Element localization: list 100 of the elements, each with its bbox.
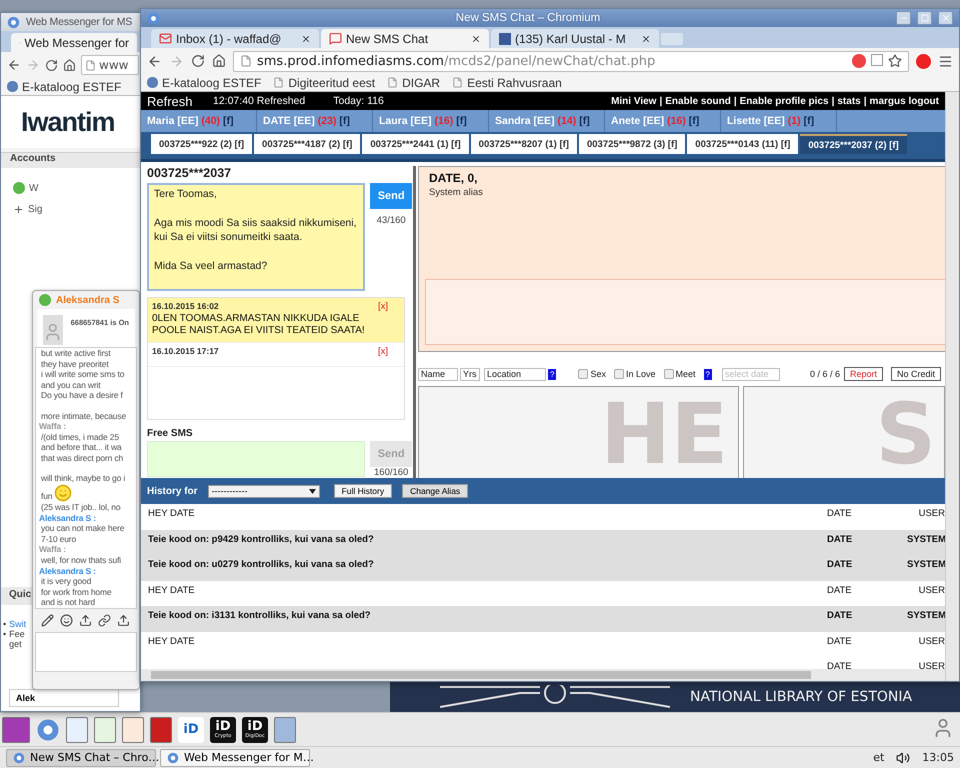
address-field[interactable]: www [81, 55, 139, 75]
message-input[interactable]: Tere Toomas, Aga mis moodi Sa siis saaksid nikkumiseni, kui Sa ei viitsi sonumeitki saata. Mida Sa veel armastad? [147, 182, 366, 291]
browser-tab[interactable]: Inbox (1) - waffad@ [151, 29, 319, 48]
report-button[interactable]: Report [844, 367, 883, 381]
presentation-icon[interactable] [122, 716, 144, 743]
upload-icon[interactable] [117, 614, 130, 627]
browser-icon [13, 752, 25, 764]
home-icon[interactable] [63, 58, 76, 72]
translate-icon[interactable] [871, 54, 883, 66]
help-button[interactable]: ? [704, 368, 712, 380]
chat-input[interactable] [35, 632, 137, 672]
close-button[interactable] [938, 11, 953, 25]
home-icon[interactable] [212, 54, 226, 68]
header-link[interactable]: margus logout [870, 96, 939, 106]
smiley-icon[interactable] [60, 614, 73, 627]
maximize-button[interactable] [917, 11, 932, 25]
header-link[interactable]: Enable sound [665, 96, 731, 106]
horizontal-scrollbar[interactable] [141, 669, 945, 681]
delete-link[interactable]: [x] [378, 300, 388, 337]
header-link[interactable]: stats [837, 96, 861, 106]
help-button[interactable]: ? [548, 368, 556, 380]
window-title: Web Messenger for MS [26, 16, 134, 28]
keyboard-layout[interactable]: et [873, 751, 884, 764]
link-icon[interactable] [98, 614, 111, 627]
number-tab[interactable]: 003725***4187 (2) [f] [254, 134, 360, 154]
history-select[interactable]: ------------ [208, 484, 320, 498]
change-alias-button[interactable]: Change Alias [402, 484, 468, 498]
refresh-link[interactable]: Refresh [147, 94, 213, 108]
browser-tab[interactable]: New SMS Chat [321, 29, 489, 48]
desktop-icon[interactable] [2, 716, 30, 743]
quick-link[interactable]: Swit [9, 619, 26, 629]
number-tab[interactable]: 003725***0143 (11) [f] [687, 134, 798, 154]
free-sms-input[interactable] [147, 441, 366, 477]
pencil-icon[interactable] [41, 614, 54, 627]
minimize-button[interactable] [896, 11, 911, 25]
calculator-icon[interactable] [274, 716, 296, 743]
volume-icon[interactable] [896, 750, 910, 765]
chat-message: /(old times, i made 25 [40, 432, 119, 442]
browser-tab[interactable]: (135) Karl Uustal - M [491, 29, 659, 48]
chat-message: and you can writ [40, 380, 100, 390]
full-history-button[interactable]: Full History [334, 484, 392, 498]
number-tab[interactable]: 003725***2037 (2) [f] [800, 134, 907, 154]
extension-icon[interactable] [852, 54, 866, 68]
browser-icon [167, 752, 179, 764]
pdf-icon[interactable] [150, 716, 172, 743]
vertical-scrollbar[interactable] [945, 92, 959, 681]
menu-icon[interactable] [938, 54, 953, 68]
close-icon[interactable] [471, 34, 481, 44]
checkbox[interactable] [664, 369, 674, 379]
account-item[interactable]: Sig [13, 204, 42, 215]
document-icon[interactable] [66, 716, 88, 743]
sender-name: Aleksandra S : [39, 566, 96, 576]
upload-icon[interactable] [79, 614, 92, 627]
browser-tab[interactable]: Web Messenger for [11, 33, 137, 52]
number-tab[interactable]: 003725***8207 (1) [f] [470, 134, 577, 154]
chat-message: well, for now thats sufi [40, 555, 122, 566]
adblock-icon[interactable] [916, 54, 931, 68]
history-message: HEY DATE [148, 636, 196, 646]
page-icon [273, 77, 284, 88]
history-message: HEY DATE [148, 508, 196, 519]
back-icon[interactable] [147, 54, 162, 68]
bookmark-link[interactable]: Digiteeritud eest [273, 76, 376, 90]
spreadsheet-icon[interactable] [94, 716, 116, 743]
sender-name: Aleksandra S : [39, 512, 96, 524]
date-field[interactable]: select date [722, 368, 780, 380]
close-icon[interactable] [641, 34, 651, 44]
header-link[interactable]: Enable profile pics [740, 96, 829, 106]
location-field[interactable]: Location [484, 368, 546, 380]
plus-icon [13, 204, 24, 215]
checkbox[interactable] [578, 369, 588, 379]
history-user: USER [918, 636, 945, 646]
chat-task-button[interactable]: Alek [9, 689, 119, 707]
checkbox-option[interactable]: Meet [664, 369, 696, 379]
number-tab[interactable]: 003725***2441 (1) [f] [362, 134, 469, 154]
profile-counter: 0 / 6 / 6 [810, 369, 840, 379]
number-tab[interactable]: 003725***922 (2) [f] [151, 134, 252, 154]
bookmark-star-icon[interactable] [888, 54, 902, 68]
reload-icon[interactable] [191, 54, 205, 68]
age-field[interactable]: Yrs [460, 368, 480, 380]
number-tab[interactable]: 003725***9872 (3) [f] [578, 134, 686, 154]
close-icon[interactable] [301, 34, 311, 44]
reload-icon[interactable] [45, 58, 58, 72]
bookmark-link[interactable]: DIGAR [387, 76, 440, 90]
header-link[interactable]: Mini View [611, 96, 656, 106]
checkbox-option[interactable]: Sex [578, 369, 606, 379]
delete-link[interactable]: [x] [378, 346, 388, 361]
browser-icon[interactable] [36, 718, 60, 742]
address-field[interactable]: sms.prod.infomediasms.com/mcds2/panel/newChat/chat.php [233, 50, 909, 72]
bookmark-link[interactable]: Eesti Rahvusraan [452, 76, 562, 90]
bookmark-link[interactable]: E-kataloog ESTEF [147, 76, 262, 90]
account-item[interactable]: W [13, 182, 38, 194]
checkbox-option[interactable]: In Love [614, 369, 656, 379]
id-card-icon[interactable]: iD [178, 716, 204, 743]
chat-message: for work from home [40, 586, 112, 598]
back-icon[interactable] [7, 58, 21, 72]
no-credit-button[interactable]: No Credit [890, 367, 941, 381]
checkbox[interactable] [614, 369, 624, 379]
name-field[interactable]: Name [418, 368, 458, 380]
taskbar-button[interactable]: New SMS Chat – Chro… [6, 748, 156, 767]
logo: Iwantim [1, 96, 140, 148]
